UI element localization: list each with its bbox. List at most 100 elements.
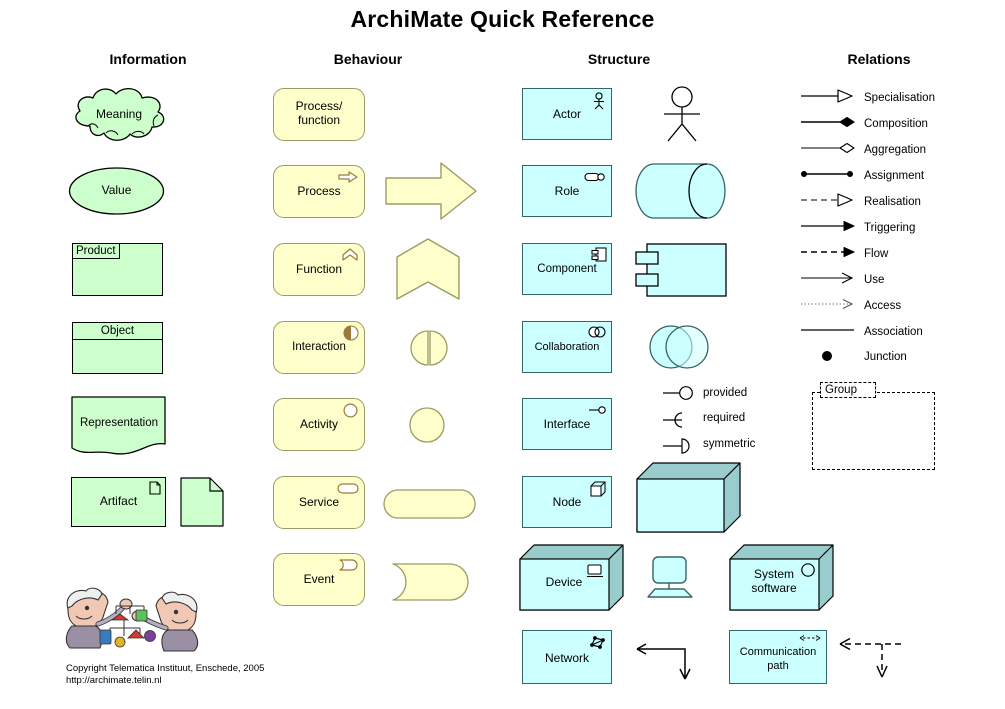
- element-activity[interactable]: Activity: [273, 398, 365, 451]
- element-collaboration[interactable]: Collaboration: [522, 321, 612, 373]
- element-label-process-function-line1: Process/: [295, 99, 343, 113]
- element-node[interactable]: Node: [522, 476, 612, 528]
- element-role[interactable]: Role: [522, 165, 612, 217]
- element-label-component: Component: [537, 263, 597, 275]
- interface-legend-label-required: required: [703, 412, 746, 424]
- column-header-information: Information: [109, 51, 187, 67]
- element-group[interactable]: [812, 392, 935, 470]
- element-object[interactable]: Object: [72, 322, 163, 374]
- element-product[interactable]: Product: [72, 243, 163, 296]
- element-label-meaning: Meaning: [95, 107, 143, 121]
- relation-association: [800, 322, 856, 338]
- relation-triggering: [800, 218, 856, 234]
- relation-flow: [800, 244, 856, 260]
- url-text[interactable]: http://archimate.telin.nl: [66, 675, 162, 687]
- element-component[interactable]: Component: [522, 243, 612, 295]
- element-artifact-alt-shape[interactable]: [180, 477, 224, 527]
- bidirectional-dashed-icon: [799, 635, 821, 641]
- element-system-software[interactable]: System software: [729, 544, 835, 612]
- circle-icon: [801, 563, 815, 577]
- relation-label-composition: Composition: [864, 118, 928, 130]
- element-role-alt-shape[interactable]: [635, 163, 727, 219]
- split-circle-icon: [343, 325, 359, 341]
- element-component-alt-shape[interactable]: [635, 243, 727, 297]
- element-representation[interactable]: Representation: [71, 396, 167, 458]
- telematica-cartoon-logo: [58, 580, 206, 652]
- element-device-alt-shape[interactable]: [645, 555, 695, 599]
- element-interaction-alt-shape[interactable]: [410, 330, 448, 366]
- element-network[interactable]: Network: [522, 630, 612, 684]
- page-title: ArchiMate Quick Reference: [350, 6, 655, 32]
- element-label-communication-path-line1: Communication: [739, 646, 817, 658]
- element-label-activity: Activity: [299, 417, 338, 431]
- stick-figure-icon: [594, 92, 604, 110]
- element-communication-path-alt-shape[interactable]: [835, 632, 903, 680]
- element-label-system-software-line2: software: [751, 581, 797, 595]
- relation-aggregation: [800, 140, 856, 156]
- element-event-alt-shape[interactable]: [392, 563, 470, 601]
- element-interface[interactable]: Interface: [522, 398, 612, 450]
- element-service-alt-shape[interactable]: [383, 489, 476, 519]
- element-actor[interactable]: Actor: [522, 88, 612, 140]
- relation-access: [800, 296, 856, 312]
- relation-label-junction: Junction: [864, 351, 907, 363]
- element-activity-alt-shape[interactable]: [409, 407, 445, 443]
- relation-label-association: Association: [864, 326, 923, 338]
- lollipop-icon: [584, 172, 605, 182]
- element-node-alt-shape[interactable]: [636, 462, 742, 534]
- interface-legend-provided: [662, 385, 700, 401]
- element-function-alt-shape[interactable]: [396, 238, 460, 300]
- column-header-structure: Structure: [587, 51, 651, 67]
- element-function[interactable]: Function: [273, 243, 365, 296]
- element-device[interactable]: Device: [519, 544, 625, 612]
- element-label-role: Role: [554, 184, 580, 198]
- element-artifact[interactable]: Artifact: [71, 477, 166, 527]
- column-header-behaviour: Behaviour: [333, 51, 403, 67]
- element-process[interactable]: Process: [273, 165, 365, 218]
- element-label-process-function-line2: function: [297, 113, 341, 127]
- relation-assignment: [800, 166, 856, 182]
- element-network-alt-shape[interactable]: [627, 637, 691, 681]
- copyright-text: Copyright Telematica Instituut, Enschede…: [66, 663, 265, 674]
- interface-legend-label-provided: provided: [703, 387, 748, 399]
- relation-composition: [800, 114, 856, 130]
- relation-use: [800, 270, 856, 286]
- relation-label-access: Access: [864, 300, 902, 312]
- relation-label-use: Use: [864, 274, 885, 286]
- document-icon: [149, 481, 161, 495]
- element-label-group: Group: [825, 384, 857, 396]
- element-label-product: Product: [76, 245, 116, 257]
- element-collaboration-alt-shape[interactable]: [648, 324, 710, 370]
- element-label-communication-path-line2: path: [767, 660, 789, 672]
- element-label-network: Network: [544, 651, 589, 665]
- element-meaning[interactable]: Meaning: [66, 84, 172, 146]
- relation-label-aggregation: Aggregation: [864, 144, 927, 156]
- element-event[interactable]: Event: [273, 553, 365, 606]
- element-label-event: Event: [303, 572, 335, 586]
- circle-icon: [343, 403, 358, 418]
- interface-legend-required: [662, 411, 700, 429]
- element-interaction[interactable]: Interaction: [273, 321, 365, 374]
- element-service[interactable]: Service: [273, 476, 365, 529]
- interface-icon: [589, 406, 606, 414]
- element-label-value: Value: [101, 183, 132, 197]
- element-process-function[interactable]: Process/ function: [273, 88, 365, 141]
- element-label-function: Function: [295, 262, 343, 276]
- element-label-interface: Interface: [543, 417, 591, 431]
- monitor-icon: [587, 564, 603, 578]
- element-label-collaboration: Collaboration: [534, 341, 600, 353]
- column-header-relations: Relations: [847, 51, 911, 67]
- element-process-alt-shape[interactable]: [385, 160, 478, 222]
- two-circles-icon: [588, 326, 606, 338]
- relation-junction: [800, 348, 856, 364]
- arrow-icon: [338, 171, 358, 183]
- component-icon: [591, 247, 607, 262]
- network-icon: [590, 636, 605, 649]
- group-name-tab: Group: [820, 382, 876, 398]
- relation-label-triggering: Triggering: [864, 222, 916, 234]
- element-communication-path[interactable]: Communication path: [729, 630, 827, 684]
- element-label-artifact: Artifact: [99, 494, 138, 508]
- relation-realisation: [800, 192, 856, 208]
- element-value[interactable]: Value: [68, 167, 165, 215]
- element-actor-alt-shape[interactable]: [655, 86, 709, 142]
